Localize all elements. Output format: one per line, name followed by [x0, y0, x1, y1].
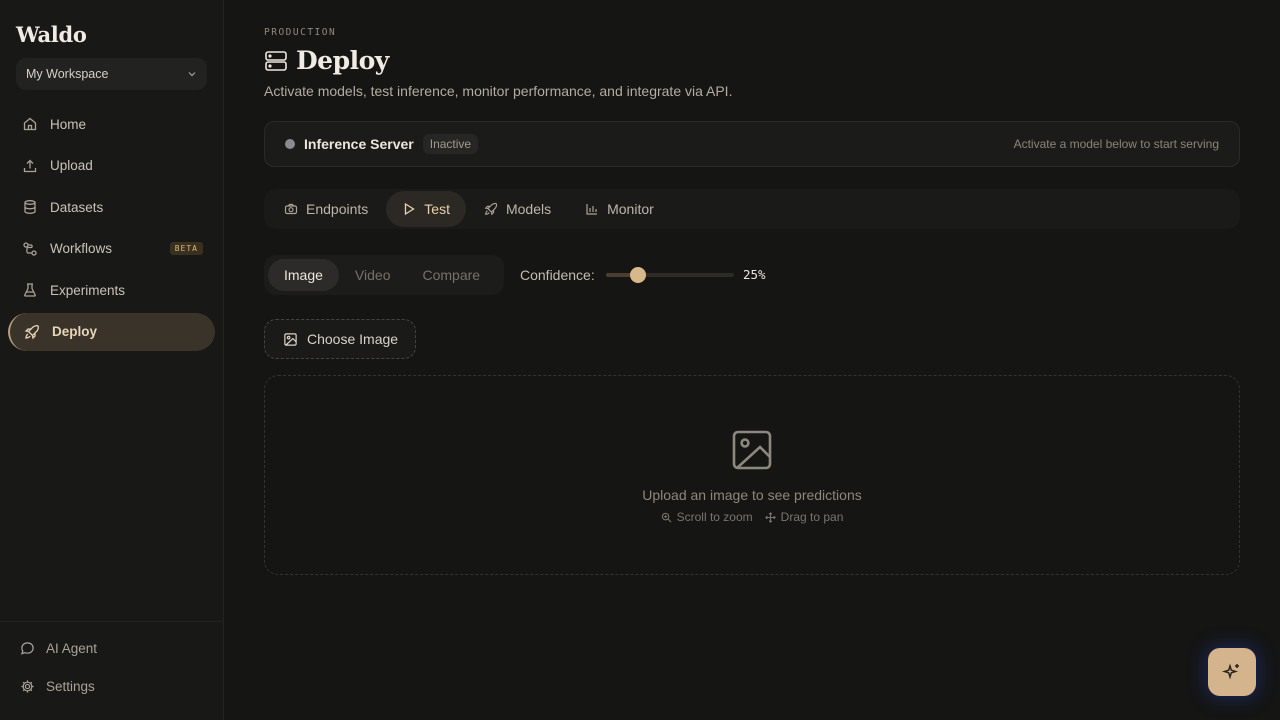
database-icon [24, 200, 36, 214]
workspace-selector[interactable]: My Workspace [16, 58, 207, 90]
status-badge: Inactive [422, 134, 479, 154]
flask-icon [24, 283, 36, 297]
inference-server-status: Inference Server Inactive Activate a mod… [264, 121, 1240, 167]
mode-video[interactable]: Video [339, 259, 407, 291]
sidebar-item-settings[interactable]: Settings [20, 679, 95, 694]
server-name: Inference Server [304, 136, 414, 152]
image-placeholder-icon [732, 430, 772, 470]
sidebar-item-label: Datasets [50, 199, 104, 215]
mode-image[interactable]: Image [268, 259, 339, 291]
beta-badge: BETA [169, 241, 203, 255]
sidebar-item-label: Home [50, 116, 87, 132]
status-dot [285, 139, 295, 149]
sidebar-item-label: Settings [46, 679, 95, 694]
ai-assistant-button[interactable] [1208, 648, 1256, 696]
camera-icon [284, 203, 298, 215]
deploy-tabs: Endpoints Test Models Monitor [264, 189, 1240, 229]
sidebar-item-label: Workflows [50, 241, 113, 256]
workspace-name: My Workspace [26, 67, 109, 81]
tab-models[interactable]: Models [468, 191, 567, 227]
image-dropzone[interactable]: Upload an image to see predictions Scrol… [264, 375, 1240, 575]
rocket-icon [24, 324, 39, 339]
sidebar-item-datasets[interactable]: Datasets [8, 188, 215, 226]
page-eyebrow: PRODUCTION [264, 27, 337, 38]
image-icon [284, 332, 297, 346]
page-title: Deploy [296, 46, 389, 75]
upload-icon [23, 159, 37, 172]
tab-label: Monitor [607, 201, 654, 217]
confidence-label: Confidence: [520, 267, 595, 283]
sidebar-footer: AI Agent Settings [0, 621, 223, 720]
move-icon [764, 511, 776, 523]
sidebar-item-label: Experiments [50, 282, 126, 298]
chat-icon [20, 642, 34, 655]
sidebar-item-workflows[interactable]: Workflows BETA [8, 230, 215, 268]
server-icon [265, 50, 287, 71]
choose-image-label: Choose Image [307, 331, 399, 347]
home-icon [23, 117, 37, 131]
sidebar-item-experiments[interactable]: Experiments [8, 271, 215, 309]
sidebar-item-deploy[interactable]: Deploy [8, 312, 215, 351]
dropzone-hints: Scroll to zoom Drag to pan [265, 510, 1239, 524]
hint-pan-label: Drag to pan [780, 510, 844, 524]
tab-endpoints[interactable]: Endpoints [268, 191, 384, 227]
page-title-row: Deploy [264, 46, 389, 75]
zoom-in-icon [661, 512, 672, 522]
input-mode-selector: Image Video Compare [264, 255, 504, 295]
confidence-slider[interactable] [606, 267, 734, 283]
sidebar-item-ai-agent[interactable]: AI Agent [20, 641, 97, 656]
tab-test[interactable]: Test [386, 191, 466, 227]
sidebar-item-upload[interactable]: Upload [8, 147, 215, 185]
dropzone-text: Upload an image to see predictions [642, 487, 862, 503]
sidebar: Waldo My Workspace Home Upload Datasets … [0, 0, 224, 720]
page-subtitle: Activate models, test inference, monitor… [264, 83, 733, 99]
brand-logo[interactable]: Waldo [16, 22, 87, 47]
workflow-icon [23, 241, 37, 256]
rocket-icon [484, 202, 498, 216]
sidebar-item-label: Upload [50, 158, 93, 173]
play-icon [405, 202, 416, 216]
tab-monitor[interactable]: Monitor [569, 191, 670, 227]
tab-label: Models [505, 201, 552, 217]
choose-image-button[interactable]: Choose Image [264, 319, 416, 359]
hint-zoom-label: Scroll to zoom [676, 510, 753, 524]
hint-zoom: Scroll to zoom [661, 510, 753, 524]
hint-pan: Drag to pan [764, 510, 844, 524]
chevron-down-icon [188, 72, 196, 77]
sidebar-nav: Home Upload Datasets Workflows BETA Expe… [8, 105, 215, 354]
confidence-value: 25% [743, 267, 766, 282]
sparkles-icon [1222, 663, 1239, 680]
mode-compare[interactable]: Compare [406, 259, 496, 291]
sidebar-item-label: Deploy [52, 324, 98, 339]
confidence-slider-thumb[interactable] [630, 267, 646, 283]
sidebar-item-label: AI Agent [46, 641, 98, 656]
tab-label: Endpoints [306, 201, 369, 217]
bar-chart-icon [586, 204, 598, 215]
server-hint: Activate a model below to start serving [1013, 137, 1219, 151]
gear-icon [21, 680, 34, 693]
sidebar-item-home[interactable]: Home [8, 105, 215, 143]
tab-label: Test [424, 201, 450, 217]
